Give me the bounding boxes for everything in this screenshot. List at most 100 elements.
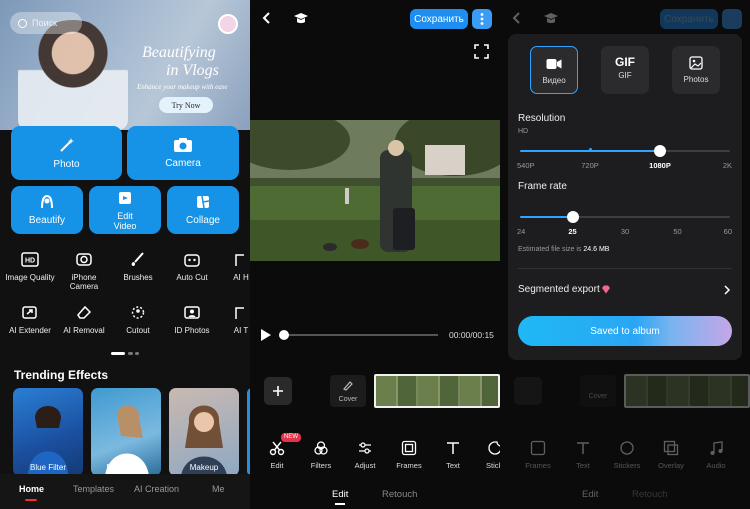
tab-edit[interactable]: Edit [332, 489, 348, 500]
tool-id-photos[interactable]: ID Photos [167, 305, 217, 335]
search-input[interactable]: Поиск [10, 12, 82, 34]
resolution-slider-handle[interactable] [654, 145, 666, 157]
nav-me[interactable]: Me [212, 484, 225, 494]
add-clip-button-dimmed[interactable] [514, 377, 542, 405]
tool-iphone-camera[interactable]: iPhone Camera [59, 252, 109, 291]
slider-tick-label[interactable]: 2K [723, 161, 732, 170]
cover-button-dimmed[interactable]: Cover [580, 375, 616, 407]
tool-label: Audio [706, 461, 726, 470]
photo-tile[interactable]: Photo [11, 126, 122, 180]
slider-tick-label[interactable]: 720P [581, 161, 599, 170]
tool-label: Stickers [613, 461, 641, 470]
overlay-icon [663, 440, 679, 456]
tutorial-cap-icon[interactable] [543, 11, 559, 25]
frame-rate-slider-handle[interactable] [566, 211, 579, 223]
beautify-tile[interactable]: Beautify [11, 186, 83, 234]
trending-effects-title: Trending Effects [14, 368, 109, 382]
camera-tile[interactable]: Camera [127, 126, 239, 180]
face-icon [41, 194, 53, 209]
hd-icon: HD [21, 252, 39, 267]
video-frame-image [250, 120, 500, 261]
slider-tick-label[interactable]: 24 [517, 227, 525, 236]
tool-text[interactable]: Text [433, 440, 473, 470]
robot-icon [184, 254, 200, 267]
segmented-export-label[interactable]: Segmented export [518, 284, 600, 295]
effect-label: Blue Filter [29, 463, 66, 472]
scrubber-handle[interactable] [279, 330, 289, 340]
effect-card-radial-blur[interactable]: Radial Blur [91, 388, 161, 476]
format-label: Видео [542, 76, 566, 85]
resolution-slider[interactable] [520, 145, 730, 157]
tool-auto-cut[interactable]: Auto Cut [167, 252, 217, 282]
frame-rate-slider[interactable] [520, 211, 730, 223]
format-label: GIF [618, 71, 632, 80]
add-clip-button[interactable] [264, 377, 292, 405]
image-icon [689, 56, 703, 70]
slider-tick-label[interactable]: 60 [724, 227, 732, 236]
tool-image-quality[interactable]: HD Image Quality [5, 252, 55, 282]
tool-brushes[interactable]: Brushes [113, 252, 163, 282]
tab-retouch[interactable]: Retouch [382, 489, 417, 500]
tool-audio-dimmed[interactable]: Audio [696, 440, 736, 470]
tool-text-dimmed[interactable]: Text [563, 440, 603, 470]
collage-tile[interactable]: Collage [167, 186, 239, 234]
text-icon [447, 442, 459, 454]
save-button-dimmed[interactable]: Сохранить [660, 9, 718, 29]
format-photos[interactable]: Photos [672, 46, 720, 94]
tool-frames[interactable]: Frames [389, 440, 429, 470]
gift-icon[interactable] [218, 14, 238, 34]
filters-icon [314, 441, 328, 455]
back-icon[interactable] [260, 11, 274, 25]
tool-edit[interactable]: Edit [257, 440, 297, 470]
promo-banner[interactable]: Поиск Beautifying in Vlogs Enhance your … [0, 0, 250, 130]
tool-stickers-dimmed[interactable]: Stickers [607, 440, 647, 470]
tool-cutout[interactable]: Cutout [113, 305, 163, 335]
saved-to-album-button[interactable]: Saved to album [518, 316, 732, 346]
tool-ai-t[interactable]: AI T [221, 305, 250, 335]
video-timeline-track-dimmed[interactable] [624, 374, 750, 408]
format-video[interactable]: Видео [530, 46, 578, 94]
tab-edit-dimmed[interactable]: Edit [582, 489, 598, 500]
tool-frames-dimmed[interactable]: Frames [518, 440, 558, 470]
slider-tick-label[interactable]: 50 [673, 227, 681, 236]
nav-ai-creation[interactable]: AI Creation [134, 484, 179, 494]
video-timeline-track[interactable] [374, 374, 500, 408]
chevron-right-icon[interactable] [723, 285, 731, 295]
slider-tick-label[interactable]: 25 [568, 227, 576, 236]
effect-card-makeup[interactable]: Makeup [169, 388, 239, 476]
id-card-icon [184, 306, 200, 319]
banner-title-line1: Beautifying [142, 44, 216, 61]
effect-card-blue-filter[interactable]: Blue Filter [13, 388, 83, 476]
search-placeholder: Поиск [32, 18, 57, 28]
more-options-button[interactable] [472, 9, 492, 29]
video-preview[interactable] [250, 120, 500, 261]
divider [518, 268, 732, 269]
tool-ai-extender[interactable]: AI Extender [5, 305, 55, 335]
tool-label: Filters [310, 461, 332, 470]
back-icon[interactable] [510, 11, 524, 25]
tab-retouch-dimmed[interactable]: Retouch [632, 489, 667, 500]
tool-filters[interactable]: Filters [301, 440, 341, 470]
format-gif[interactable]: GIF GIF [601, 46, 649, 94]
fullscreen-icon[interactable] [474, 44, 489, 59]
play-icon[interactable] [260, 328, 272, 342]
tool-overlay-dimmed[interactable]: Overlay [651, 440, 691, 470]
more-options-button-dimmed[interactable] [722, 9, 742, 29]
effect-label: Radial Blur [106, 463, 146, 472]
try-now-button[interactable]: Try Now [159, 97, 213, 113]
tool-ai-h[interactable]: AI H [221, 252, 250, 282]
playback-scrubber[interactable] [280, 334, 438, 336]
tutorial-cap-icon[interactable] [293, 11, 309, 25]
save-button[interactable]: Сохранить [410, 9, 468, 29]
nav-home[interactable]: Home [19, 484, 44, 494]
slider-tick-label[interactable]: 30 [621, 227, 629, 236]
sticker-icon [620, 441, 634, 455]
cover-button[interactable]: Cover [330, 375, 366, 407]
tool-ai-removal[interactable]: AI Removal [59, 305, 109, 335]
playback-time: 00:00/00:15 [449, 330, 494, 340]
slider-tick-label[interactable]: 540P [517, 161, 535, 170]
slider-tick-label[interactable]: 1080P [649, 161, 671, 170]
edit-video-tile[interactable]: Edit Video [89, 186, 161, 234]
nav-templates[interactable]: Templates [73, 484, 114, 494]
tool-adjust[interactable]: Adjust [345, 440, 385, 470]
